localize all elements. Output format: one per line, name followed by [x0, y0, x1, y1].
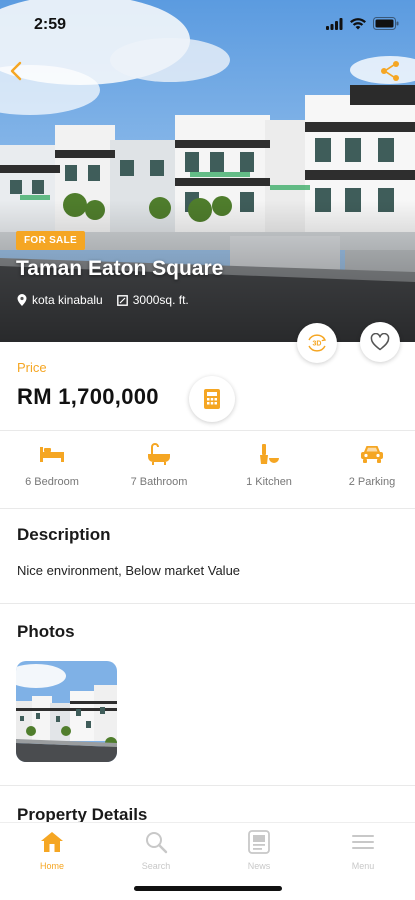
- divider: [0, 603, 415, 604]
- share-button[interactable]: [377, 58, 403, 84]
- size-text: 3000sq. ft.: [132, 293, 189, 307]
- feature-parking: 2 Parking: [320, 440, 415, 488]
- feature-label: 1 Kitchen: [246, 476, 292, 488]
- for-sale-badge: FOR SALE: [16, 231, 85, 250]
- chevron-left-icon: [10, 61, 22, 81]
- tab-label: Home: [39, 861, 64, 871]
- status-bar: 2:59: [0, 0, 415, 46]
- photo-thumbnail[interactable]: [16, 661, 117, 762]
- signal-icon: [326, 17, 343, 30]
- tab-label: Search: [141, 861, 171, 871]
- tab-home[interactable]: Home: [12, 829, 92, 871]
- location-pin-icon: [17, 294, 27, 306]
- divider: [0, 430, 415, 431]
- price-value: RM 1,700,000: [17, 384, 159, 409]
- property-photo: [0, 0, 415, 342]
- feature-bathroom: 7 Bathroom: [107, 440, 211, 488]
- bathtub-icon: [148, 443, 170, 465]
- property-meta: kota kinabalu 3000sq. ft.: [17, 293, 189, 307]
- calculator-icon: [204, 389, 220, 409]
- home-indicator: [134, 886, 282, 891]
- property-title: Taman Eaton Square: [16, 257, 224, 280]
- share-icon: [381, 61, 399, 81]
- description-text: Nice environment, Below market Value: [17, 563, 241, 578]
- description-title: Description: [17, 525, 111, 544]
- tab-label: News: [247, 861, 271, 871]
- search-icon: [146, 832, 168, 854]
- kitchen-icon: [260, 444, 279, 464]
- favorite-button[interactable]: [360, 322, 400, 362]
- tab-search[interactable]: Search: [116, 829, 196, 871]
- photo-image: [16, 661, 117, 762]
- calculator-button[interactable]: [189, 376, 235, 422]
- feature-label: 6 Bedroom: [25, 476, 79, 488]
- feature-label: 2 Parking: [348, 476, 396, 488]
- divider: [0, 508, 415, 509]
- view-3d-button[interactable]: 3D: [297, 323, 337, 363]
- battery-icon: [373, 17, 399, 30]
- area-icon: [116, 294, 128, 306]
- location: kota kinabalu: [17, 293, 103, 307]
- rotate-3d-icon: 3D: [308, 334, 327, 352]
- divider: [0, 785, 415, 786]
- svg-text:3D: 3D: [313, 341, 322, 348]
- feature-label: 7 Bathroom: [130, 476, 188, 488]
- back-button[interactable]: [4, 58, 30, 84]
- tab-menu[interactable]: Menu: [323, 829, 403, 871]
- property-size: 3000sq. ft.: [116, 293, 189, 307]
- status-icons: [326, 17, 399, 30]
- feature-list: 6 Bedroom 7 Bathroom 1 Kitchen 2 Parking: [0, 440, 415, 500]
- news-icon: [248, 830, 270, 854]
- tab-label: Menu: [351, 861, 375, 871]
- home-icon: [41, 832, 63, 852]
- menu-icon: [352, 835, 374, 849]
- hero-image: 2:59 FOR SALE Taman Eaton Square kota ki…: [0, 0, 415, 342]
- photos-title: Photos: [17, 622, 75, 641]
- car-icon: [361, 446, 383, 463]
- heart-icon: [370, 333, 390, 351]
- status-time: 2:59: [34, 16, 67, 33]
- price-label: Price: [17, 360, 47, 375]
- wifi-icon: [350, 17, 366, 29]
- tab-news[interactable]: News: [219, 829, 299, 871]
- feature-kitchen: 1 Kitchen: [217, 440, 321, 488]
- feature-bedroom: 6 Bedroom: [0, 440, 104, 488]
- bed-icon: [40, 447, 64, 462]
- location-text: kota kinabalu: [32, 293, 103, 307]
